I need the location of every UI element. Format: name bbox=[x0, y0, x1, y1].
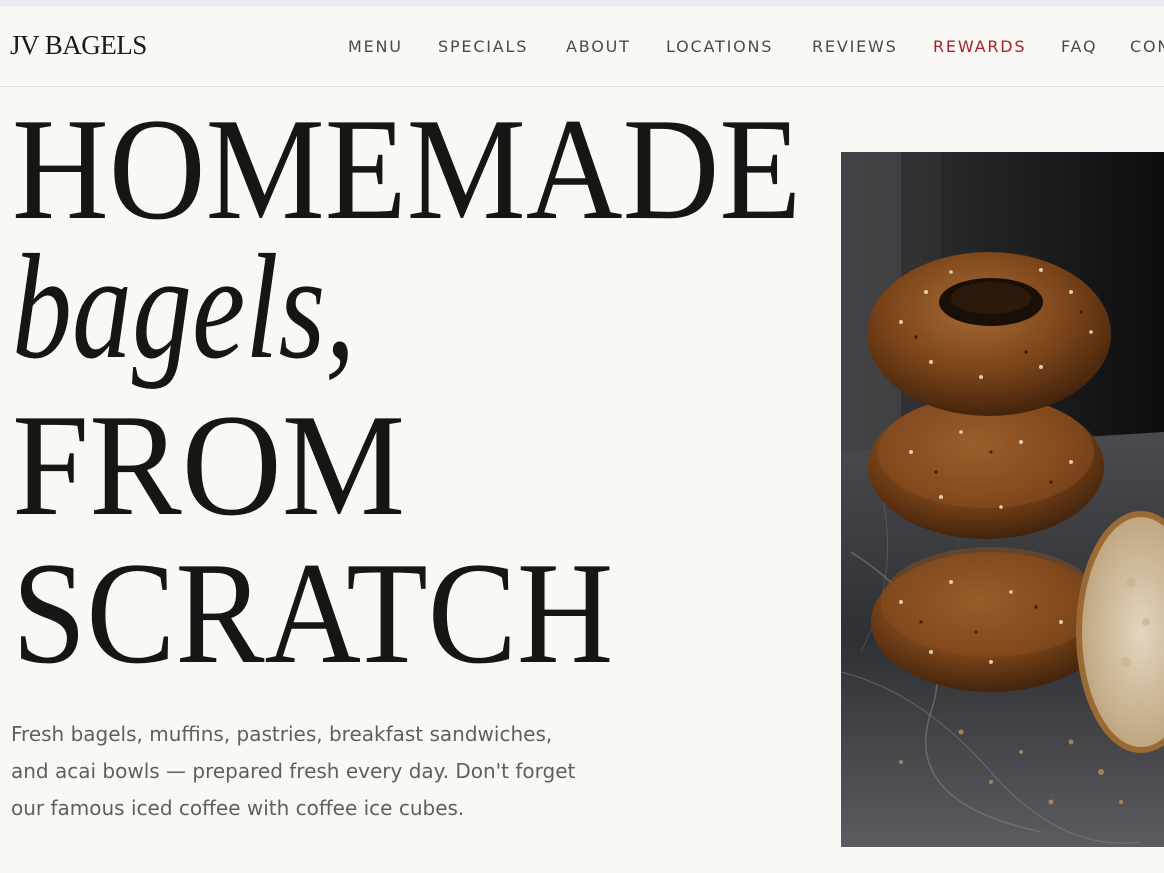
site-header: JV BAGELS MENU SPECIALS ABOUT LOCATIONS … bbox=[0, 6, 1164, 87]
nav-item-reviews[interactable]: REVIEWS bbox=[812, 37, 898, 56]
hero-title-line-bagels: bagels, bbox=[12, 224, 356, 390]
hero-bagel-photo bbox=[841, 152, 1164, 847]
hero-description: Fresh bagels, muffins, pastries, breakfa… bbox=[11, 722, 576, 820]
hero-title-line-from: FROM bbox=[12, 384, 406, 546]
nav-item-locations[interactable]: LOCATIONS bbox=[666, 37, 773, 56]
hero-title-line-scratch: SCRATCH bbox=[12, 532, 614, 694]
hero-title-line-homemade: HOMEMADE bbox=[12, 88, 802, 250]
nav-item-specials[interactable]: SPECIALS bbox=[438, 37, 528, 56]
nav-item-rewards[interactable]: REWARDS bbox=[933, 37, 1026, 56]
nav-item-faq[interactable]: FAQ bbox=[1061, 37, 1097, 56]
nav-item-about[interactable]: ABOUT bbox=[566, 37, 631, 56]
main-nav: MENU SPECIALS ABOUT LOCATIONS REVIEWS RE… bbox=[0, 37, 1164, 57]
nav-item-contact[interactable]: CON bbox=[1130, 37, 1164, 56]
nav-item-menu[interactable]: MENU bbox=[348, 37, 403, 56]
